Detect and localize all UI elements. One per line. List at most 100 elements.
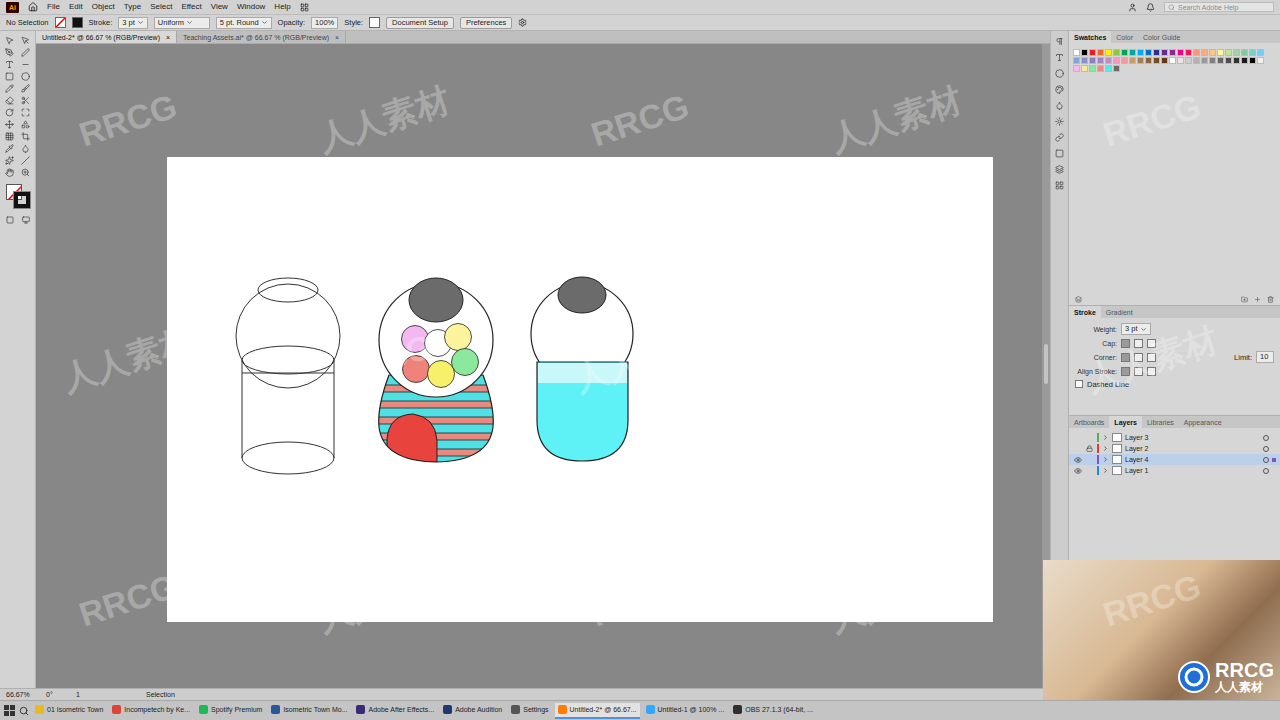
tool-button[interactable]	[19, 107, 32, 118]
taskbar-item[interactable]: Untitled-1 @ 100% ...	[643, 703, 728, 719]
brush-dropdown[interactable]: 5 pt. Round	[216, 17, 272, 29]
swatch[interactable]	[1145, 57, 1152, 64]
swatch[interactable]	[1081, 57, 1088, 64]
layer-row[interactable]: Layer 2	[1069, 443, 1280, 454]
artboard-field[interactable]: 1	[76, 691, 136, 698]
delete-icon[interactable]	[1267, 296, 1274, 303]
menu-item[interactable]: Effect	[181, 1, 201, 13]
home-icon[interactable]	[28, 2, 38, 12]
swatch[interactable]	[1113, 57, 1120, 64]
swatch[interactable]	[1121, 57, 1128, 64]
rotation-field[interactable]: 0°	[46, 691, 66, 698]
layer-row[interactable]: Layer 4	[1069, 454, 1280, 465]
tool-button[interactable]	[3, 143, 16, 154]
panel-tab[interactable]: Gradient	[1101, 306, 1138, 318]
target-circle[interactable]	[1263, 468, 1269, 474]
visibility-toggle[interactable]	[1073, 433, 1082, 442]
swatch[interactable]	[1105, 57, 1112, 64]
panel-icon[interactable]	[1055, 69, 1064, 78]
panel-icon[interactable]	[1055, 53, 1064, 62]
style-swatch[interactable]	[369, 17, 380, 28]
swatch[interactable]	[1097, 49, 1104, 56]
limit-field[interactable]: 10	[1256, 351, 1274, 363]
tool-button[interactable]	[3, 47, 16, 58]
swatch[interactable]	[1177, 49, 1184, 56]
panel-icon[interactable]	[1055, 117, 1064, 126]
swatch[interactable]	[1217, 49, 1224, 56]
panel-icon[interactable]	[1055, 37, 1064, 46]
taskbar-item[interactable]: Adobe Audition	[440, 703, 505, 719]
bevel-join-button[interactable]	[1147, 353, 1156, 362]
stroke-weight-field[interactable]: 3 pt	[118, 17, 148, 29]
visibility-toggle[interactable]	[1073, 455, 1082, 464]
swatch[interactable]	[1129, 57, 1136, 64]
panel-tab[interactable]: Libraries	[1142, 416, 1179, 428]
swatch[interactable]	[1169, 57, 1176, 64]
layer-row[interactable]: Layer 3	[1069, 432, 1280, 443]
swatch[interactable]	[1209, 49, 1216, 56]
panel-icon[interactable]	[1055, 165, 1064, 174]
taskbar-item[interactable]: OBS 27.1.3 (64-bit, ...	[730, 703, 816, 719]
align-outside-button[interactable]	[1147, 367, 1156, 376]
panel-icon[interactable]	[1055, 101, 1064, 110]
miter-join-button[interactable]	[1121, 353, 1130, 362]
panel-tab[interactable]: Artboards	[1069, 416, 1109, 428]
swatch[interactable]	[1145, 49, 1152, 56]
menu-item[interactable]: Type	[124, 1, 141, 13]
tool-button[interactable]	[19, 95, 32, 106]
document-tab[interactable]: Teaching Assets.ai* @ 66.67 % (RGB/Previ…	[177, 31, 346, 43]
tool-button[interactable]	[19, 83, 32, 94]
workspace-icon[interactable]	[300, 3, 309, 12]
swatch[interactable]	[1233, 49, 1240, 56]
target-circle[interactable]	[1263, 457, 1269, 463]
panel-icon[interactable]	[1055, 181, 1064, 190]
square-cap-button[interactable]	[1147, 339, 1156, 348]
swatch[interactable]	[1097, 57, 1104, 64]
panel-tab[interactable]: Swatches	[1069, 31, 1111, 43]
expand-icon[interactable]	[1102, 434, 1109, 441]
panel-icon[interactable]	[1055, 85, 1064, 94]
menu-item[interactable]: Select	[150, 1, 172, 13]
swatch[interactable]	[1193, 49, 1200, 56]
expand-icon[interactable]	[1102, 456, 1109, 463]
panel-tab[interactable]: Stroke	[1069, 306, 1101, 318]
taskbar-item[interactable]: Spotify Premium	[196, 703, 265, 719]
swatch[interactable]	[1089, 65, 1096, 72]
swatch[interactable]	[1137, 49, 1144, 56]
outline-sketch[interactable]	[236, 278, 340, 474]
lock-toggle[interactable]	[1085, 455, 1094, 464]
control-button[interactable]: Document Setup	[386, 17, 454, 29]
swatch[interactable]	[1193, 57, 1200, 64]
swatch[interactable]	[1185, 49, 1192, 56]
swatch[interactable]	[1081, 65, 1088, 72]
fill-swatch[interactable]	[55, 17, 66, 28]
menu-item[interactable]: Help	[274, 1, 290, 13]
lock-toggle[interactable]	[1085, 466, 1094, 475]
swatch[interactable]	[1113, 65, 1120, 72]
tool-button[interactable]	[19, 59, 32, 70]
target-circle[interactable]	[1263, 446, 1269, 452]
panel-tab[interactable]: Appearance	[1179, 416, 1227, 428]
tool-button[interactable]	[19, 47, 32, 58]
library-icon[interactable]	[1075, 296, 1082, 303]
menu-item[interactable]: Object	[92, 1, 115, 13]
lock-toggle[interactable]	[1085, 444, 1094, 453]
swatch[interactable]	[1073, 49, 1080, 56]
layer-row[interactable]: Layer 1	[1069, 465, 1280, 476]
swatch[interactable]	[1241, 49, 1248, 56]
swatch[interactable]	[1209, 57, 1216, 64]
swatch[interactable]	[1073, 57, 1080, 64]
align-inside-button[interactable]	[1134, 367, 1143, 376]
close-button[interactable]: ×	[166, 34, 170, 41]
tool-button[interactable]	[19, 131, 32, 142]
taskbar-item[interactable]: Adobe After Effects...	[353, 703, 437, 719]
tool-button[interactable]	[3, 167, 16, 178]
swatch[interactable]	[1201, 57, 1208, 64]
swatch[interactable]	[1089, 57, 1096, 64]
swatch[interactable]	[1217, 57, 1224, 64]
menu-item[interactable]: View	[211, 1, 228, 13]
swatch[interactable]	[1153, 49, 1160, 56]
swatch[interactable]	[1169, 49, 1176, 56]
arrange-icon[interactable]	[518, 18, 527, 27]
round-cap-button[interactable]	[1134, 339, 1143, 348]
